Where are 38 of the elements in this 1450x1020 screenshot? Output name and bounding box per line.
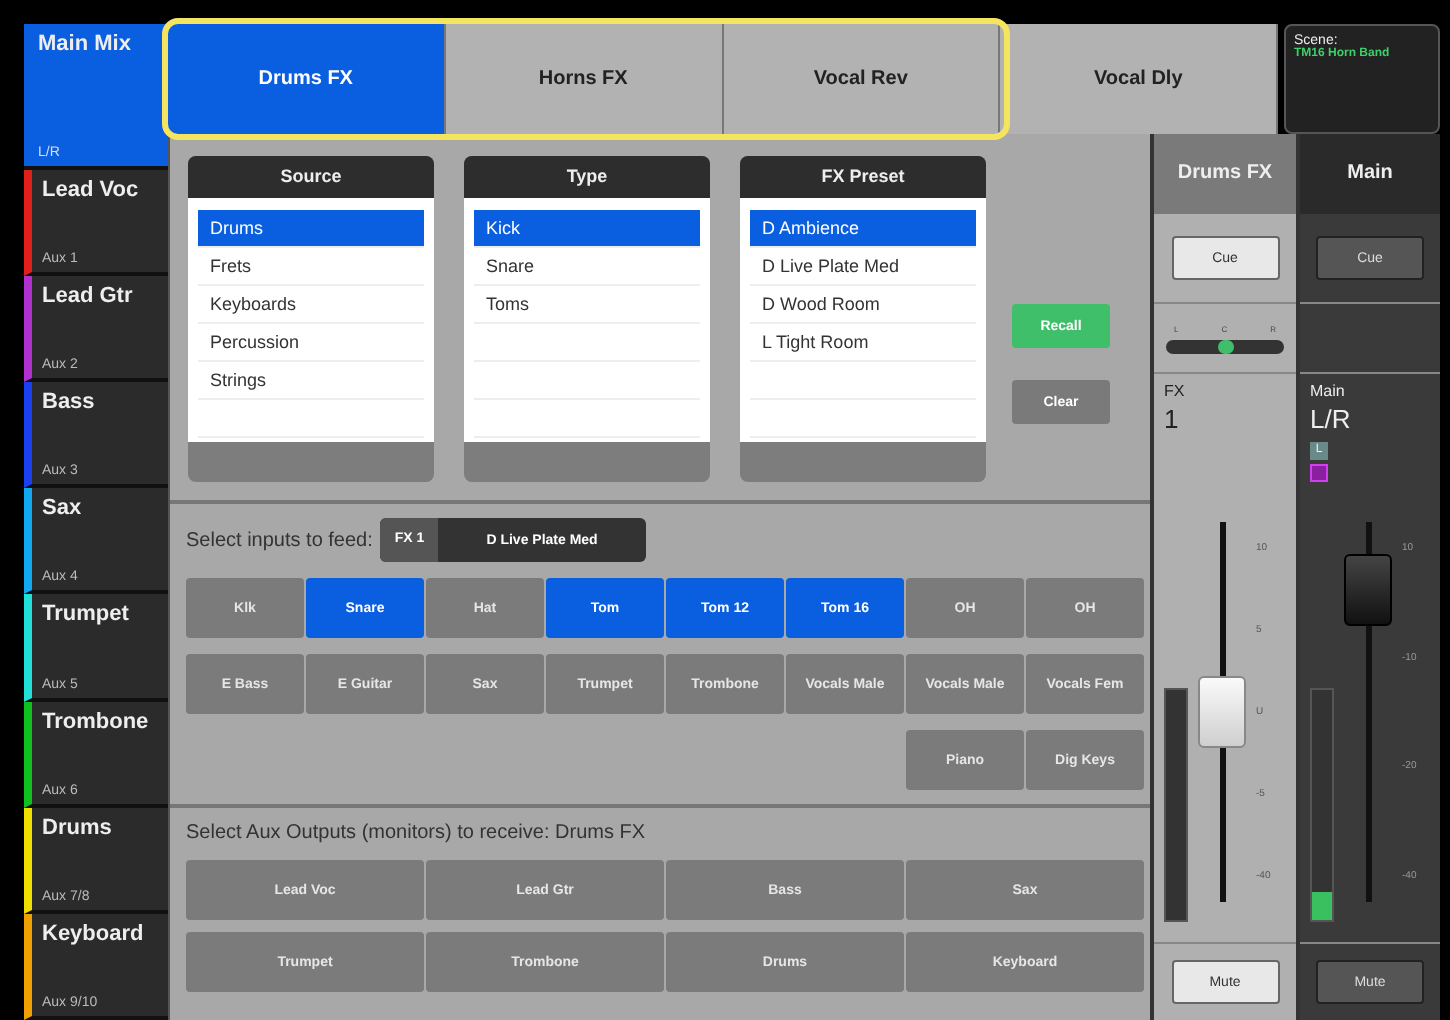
list-item[interactable]: D Live Plate Med (750, 248, 976, 286)
strip-type: FX (1164, 382, 1185, 400)
tab[interactable]: Vocal Dly (1000, 24, 1278, 134)
pan-slider[interactable] (1166, 339, 1284, 353)
list-item[interactable]: D Ambience (750, 210, 976, 248)
tab[interactable]: Drums FX (168, 24, 446, 134)
list-item[interactable]: D Wood Room (750, 286, 976, 324)
list-item[interactable]: Frets (198, 248, 424, 286)
mix-name: Bass (42, 390, 95, 415)
aux-label: Select Aux Outputs (monitors) to receive: Drums FX (186, 822, 648, 844)
list-item[interactable]: Toms (474, 286, 700, 324)
mix-name: Keyboard (42, 921, 144, 946)
list-item[interactable]: Strings (198, 362, 424, 400)
list-item[interactable]: Snare (474, 248, 700, 286)
mix-name: Sax (42, 496, 82, 521)
feed-label: Select inputs to feed: (186, 529, 373, 551)
list-header: Type (464, 156, 710, 198)
list-item[interactable]: L Tight Room (750, 324, 976, 362)
tab[interactable]: Horns FX (445, 24, 723, 134)
list-header: Source (188, 156, 434, 198)
list-item[interactable]: Percussion (198, 324, 424, 362)
list-item[interactable]: Kick (474, 210, 700, 248)
mix-name: Drums (42, 815, 112, 840)
list-item[interactable]: Keyboards (198, 286, 424, 324)
strip-header: Drums FX (1154, 134, 1296, 214)
strip-header: Main (1300, 134, 1440, 214)
mix-name: Lead Voc (42, 177, 139, 202)
mix-name: Main Mix (38, 32, 131, 56)
strip-number: L/R (1310, 404, 1351, 434)
strip-type: Main (1310, 382, 1345, 400)
list-header: FX Preset (740, 156, 986, 198)
mix-name: Trombone (42, 709, 149, 734)
strip-number: 1 (1164, 404, 1179, 434)
list-item[interactable]: Drums (198, 210, 424, 248)
tab[interactable]: Vocal Rev (723, 24, 1001, 134)
mix-name: Lead Gtr (42, 284, 133, 309)
mix-name: Trumpet (42, 602, 129, 627)
fader[interactable] (1196, 522, 1248, 902)
